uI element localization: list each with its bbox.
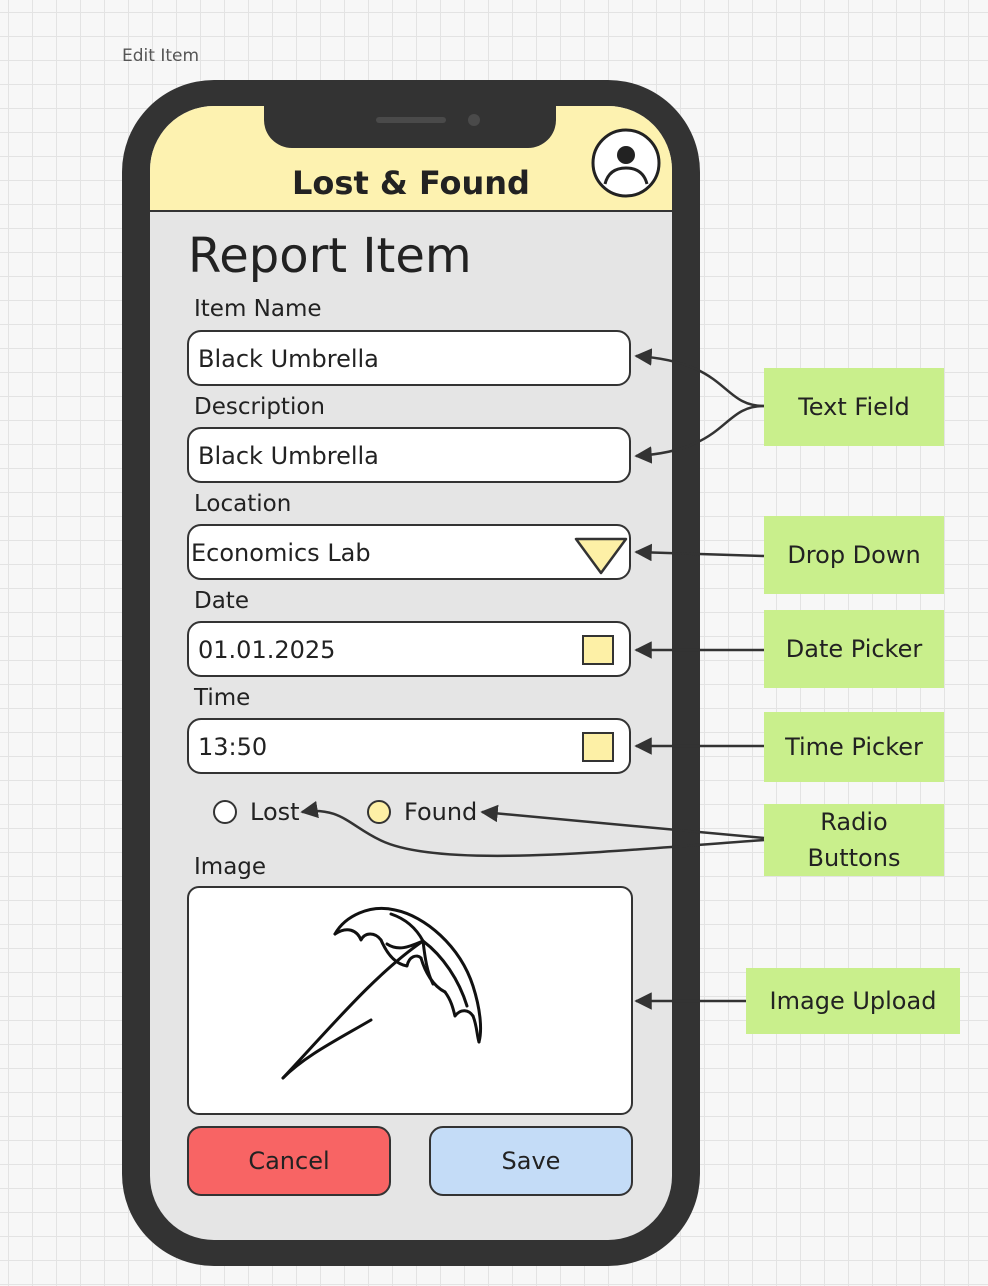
- annotation-text-field-label: Text Field: [798, 393, 910, 421]
- date-label: Date: [194, 588, 249, 614]
- item-name-value: Black Umbrella: [198, 345, 379, 373]
- annotation-time-picker: Time Picker: [764, 712, 944, 782]
- item-name-field[interactable]: Black Umbrella: [187, 330, 631, 386]
- description-field[interactable]: Black Umbrella: [187, 427, 631, 483]
- radio-found[interactable]: [367, 800, 391, 824]
- time-picker-field[interactable]: 13:50: [187, 718, 631, 774]
- time-value: 13:50: [198, 733, 268, 761]
- image-label: Image: [194, 854, 267, 880]
- date-value: 01.01.2025: [198, 636, 336, 664]
- save-button[interactable]: Save: [429, 1126, 633, 1196]
- calendar-icon[interactable]: [582, 635, 614, 665]
- location-dropdown[interactable]: Economics Lab: [187, 524, 631, 580]
- annotation-date-picker-label: Date Picker: [785, 635, 923, 663]
- location-label: Location: [194, 491, 292, 517]
- image-upload-area[interactable]: [187, 886, 633, 1115]
- umbrella-sketch-icon: [281, 907, 483, 1080]
- description-value: Black Umbrella: [198, 442, 379, 470]
- item-name-label: Item Name: [194, 296, 322, 322]
- annotation-radio-buttons-label: Radio Buttons: [807, 808, 901, 872]
- description-label: Description: [194, 394, 325, 420]
- radio-lost-label[interactable]: Lost: [250, 798, 300, 826]
- annotation-text-field: Text Field: [764, 368, 944, 446]
- annotation-time-picker-label: Time Picker: [785, 733, 923, 761]
- dropdown-triangle-icon[interactable]: [573, 536, 629, 576]
- phone-notch: [264, 100, 556, 148]
- date-picker-field[interactable]: 01.01.2025: [187, 621, 631, 677]
- clock-icon[interactable]: [582, 732, 614, 762]
- annotation-image-upload-label: Image Upload: [769, 987, 937, 1015]
- annotation-drop-down: Drop Down: [764, 516, 944, 594]
- annotation-radio-buttons: Radio Buttons: [764, 804, 944, 876]
- time-label: Time: [194, 685, 251, 711]
- radio-found-label[interactable]: Found: [404, 798, 477, 826]
- page-title: Report Item: [188, 228, 472, 284]
- camera-dot: [468, 114, 480, 126]
- annotation-date-picker: Date Picker: [764, 610, 944, 688]
- user-avatar-icon[interactable]: [589, 128, 663, 198]
- annotation-drop-down-label: Drop Down: [787, 541, 921, 569]
- cancel-button[interactable]: Cancel: [187, 1126, 391, 1196]
- annotation-image-upload: Image Upload: [746, 968, 960, 1034]
- speaker-grille: [376, 117, 446, 123]
- radio-lost[interactable]: [213, 800, 237, 824]
- location-value: Economics Lab: [191, 539, 371, 567]
- frame-title: Edit Item: [122, 46, 200, 66]
